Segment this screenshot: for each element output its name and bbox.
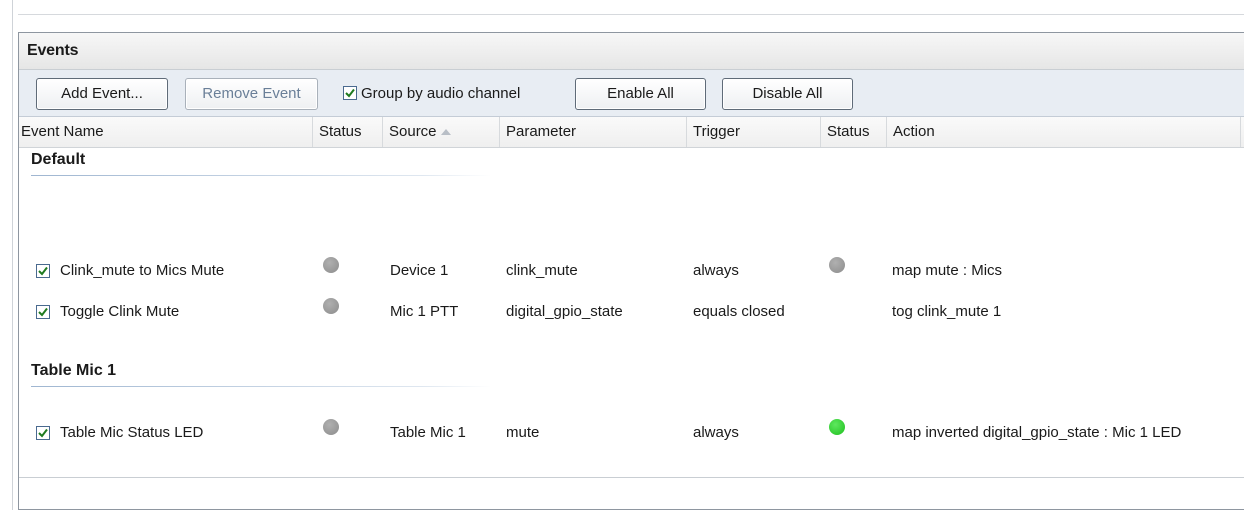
group-header-table-mic-1[interactable]: Table Mic 1	[31, 362, 116, 380]
event-action: map mute : Mics	[892, 262, 1003, 279]
event-source: Table Mic 1	[390, 424, 466, 441]
event-source: Mic 1 PTT	[390, 303, 459, 320]
disable-all-button[interactable]: Disable All	[722, 78, 853, 110]
event-enabled-checkbox[interactable]	[36, 264, 50, 278]
status-indicator-icon	[323, 419, 339, 435]
event-name: Table Mic Status LED	[60, 424, 204, 441]
panel-title: Events	[27, 42, 79, 59]
events-table-header: Event Name Status Source Parameter Trigg…	[19, 117, 1244, 148]
column-header-action[interactable]: Action	[886, 117, 1241, 147]
checkmark-icon	[38, 307, 48, 317]
group-by-audio-channel-label[interactable]: Group by audio channel	[361, 85, 520, 102]
remove-event-button[interactable]: Remove Event	[185, 78, 318, 110]
group-by-audio-channel-checkbox[interactable]	[343, 86, 357, 100]
checkmark-icon	[38, 266, 48, 276]
checkmark-icon	[38, 428, 48, 438]
window-top-area	[0, 0, 1244, 30]
event-trigger: always	[693, 262, 739, 279]
event-name: Toggle Clink Mute	[60, 303, 180, 320]
column-header-parameter[interactable]: Parameter	[499, 117, 686, 147]
event-enabled-checkbox[interactable]	[36, 426, 50, 440]
events-panel: Events Add Event... Remove Event Group b…	[18, 32, 1244, 510]
divider	[18, 14, 1244, 15]
group-divider	[31, 386, 491, 387]
action-status-indicator-icon	[829, 419, 845, 435]
divider	[12, 0, 13, 510]
event-trigger: equals closed	[693, 303, 785, 320]
enable-all-button[interactable]: Enable All	[575, 78, 706, 110]
column-header-action-status[interactable]: Status	[820, 117, 886, 147]
group-header-default[interactable]: Default	[31, 151, 85, 169]
event-action: map inverted digital_gpio_state : Mic 1 …	[892, 424, 1182, 441]
column-header-trigger[interactable]: Trigger	[686, 117, 820, 147]
event-parameter: digital_gpio_state	[506, 303, 623, 320]
sort-ascending-icon	[441, 129, 451, 135]
events-toolbar: Add Event... Remove Event Group by audio…	[19, 70, 1244, 117]
event-parameter: clink_mute	[506, 262, 578, 279]
event-parameter: mute	[506, 424, 540, 441]
checkmark-icon	[345, 88, 355, 98]
event-name: Clink_mute to Mics Mute	[60, 262, 225, 279]
group-divider	[31, 175, 491, 176]
add-event-button[interactable]: Add Event...	[36, 78, 168, 110]
column-header-source[interactable]: Source	[382, 117, 499, 147]
event-source: Device 1	[390, 262, 449, 279]
status-indicator-icon	[323, 257, 339, 273]
events-panel-header: Events	[19, 33, 1244, 70]
table-bottom-border	[19, 477, 1244, 478]
column-header-source-label: Source	[389, 123, 437, 140]
status-indicator-icon	[323, 298, 339, 314]
event-trigger: always	[693, 424, 739, 441]
column-header-status[interactable]: Status	[312, 117, 382, 147]
action-status-indicator-icon	[829, 257, 845, 273]
event-enabled-checkbox[interactable]	[36, 305, 50, 319]
event-action: tog clink_mute 1	[892, 303, 1002, 320]
column-header-event-name[interactable]: Event Name	[19, 117, 312, 147]
